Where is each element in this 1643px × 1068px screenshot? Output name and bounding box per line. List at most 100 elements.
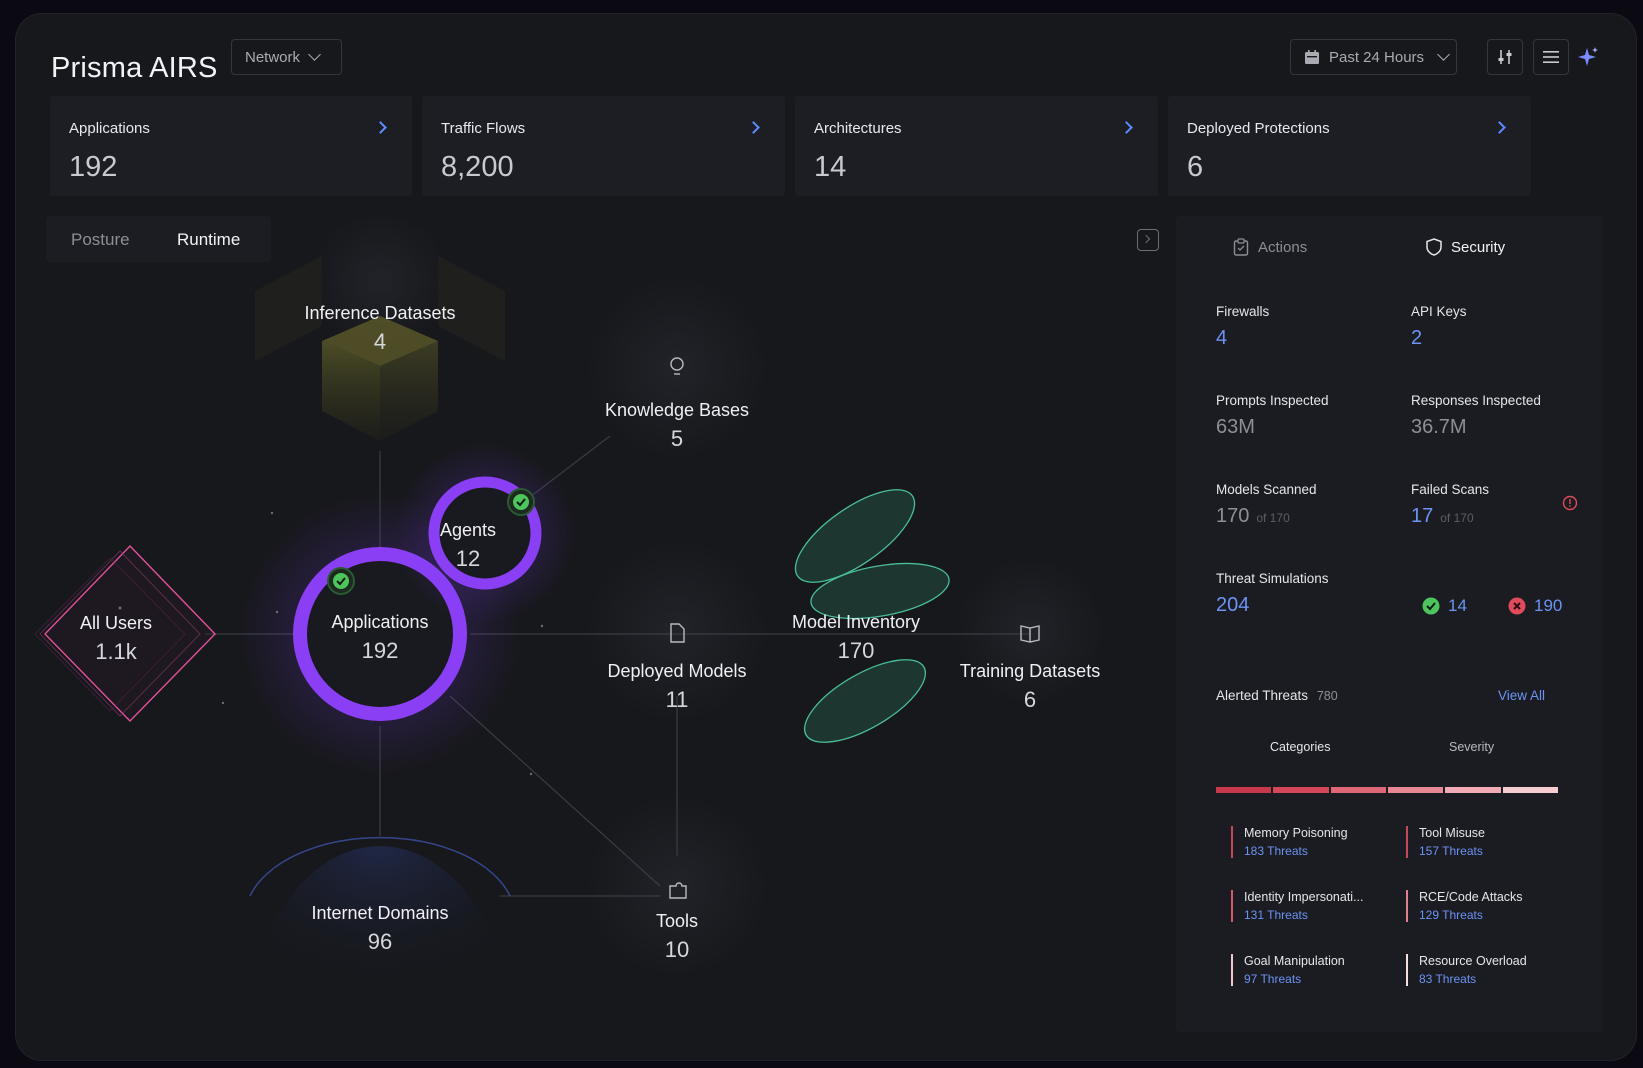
simulations-passed-count: 14 — [1448, 596, 1467, 615]
clipboard-icon — [1233, 238, 1249, 256]
metric-label: API Keys — [1411, 304, 1467, 319]
metric-threat-simulations[interactable]: Threat Simulations 204 — [1216, 571, 1329, 617]
check-circle-icon — [507, 488, 535, 516]
metric-models-scanned: Models Scanned 170 of 170 — [1216, 482, 1317, 528]
tab-severity[interactable]: Severity — [1449, 740, 1494, 754]
tab-security[interactable]: Security — [1426, 238, 1505, 256]
node-agents-label[interactable]: Agents — [440, 520, 496, 541]
threat-category-name: Goal Manipulation — [1244, 954, 1345, 968]
alerted-threats-label: Alerted Threats — [1216, 688, 1309, 703]
check-circle-icon — [327, 567, 355, 595]
node-knowledge-bases-value: 5 — [670, 426, 684, 451]
stat-card-deployed-protections[interactable]: Deployed Protections 6 — [1168, 96, 1531, 196]
threat-category-item[interactable]: Goal Manipulation 97 Threats — [1231, 954, 1345, 986]
filter-button[interactable] — [1487, 39, 1523, 75]
chevron-right-icon — [1120, 121, 1133, 134]
metric-api-keys[interactable]: API Keys 2 — [1411, 304, 1467, 350]
stat-label: Architectures — [814, 120, 902, 137]
stat-label: Traffic Flows — [441, 120, 526, 137]
stat-card-architectures[interactable]: Architectures 14 — [795, 96, 1158, 196]
threat-category-name: Identity Impersonati... — [1244, 890, 1364, 904]
threat-category-count: 129 Threats — [1419, 908, 1483, 922]
node-deployed-models-value: 11 — [665, 687, 689, 712]
stat-label: Deployed Protections — [1187, 120, 1330, 137]
stat-card-applications[interactable]: Applications 192 — [50, 96, 412, 196]
metric-label: Failed Scans — [1411, 482, 1490, 497]
view-tabs: Posture Runtime — [46, 216, 271, 262]
metric-value: 4 — [1216, 327, 1228, 349]
metric-label: Firewalls — [1216, 304, 1270, 319]
node-training-datasets-label[interactable]: Training Datasets — [960, 661, 1100, 682]
network-select[interactable]: Network — [231, 39, 342, 75]
shield-icon — [1426, 238, 1442, 256]
node-model-inventory-label[interactable]: Model Inventory — [792, 612, 920, 633]
threat-category-name: RCE/Code Attacks — [1419, 890, 1523, 904]
menu-icon — [1543, 51, 1559, 63]
severity-bar-segment — [1330, 787, 1386, 793]
metric-label: Threat Simulations — [1216, 571, 1329, 586]
threat-category-name: Tool Misuse — [1419, 826, 1485, 840]
node-agents-value: 12 — [455, 546, 481, 571]
severity-bar-segment — [1445, 787, 1501, 793]
metric-failed-scans[interactable]: Failed Scans 17 of 170 — [1411, 482, 1489, 528]
metric-label: Models Scanned — [1216, 482, 1317, 497]
network-select-value: Network — [245, 48, 301, 66]
severity-bar-segment — [1216, 787, 1272, 793]
node-training-datasets-value: 6 — [1023, 687, 1037, 712]
security-panel: Actions Security Firewalls 4 API Keys 2 … — [1176, 216, 1603, 1032]
threat-category-item[interactable]: Identity Impersonati... 131 Threats — [1231, 890, 1364, 922]
simulations-passed: 14 — [1422, 596, 1467, 616]
chevron-right-icon — [747, 121, 760, 134]
stat-value: 8,200 — [441, 151, 514, 183]
metric-value: 17 — [1411, 505, 1434, 527]
metric-value: 63M — [1216, 416, 1255, 438]
threat-category-count: 97 Threats — [1244, 972, 1302, 986]
threat-category-item[interactable]: Resource Overload 83 Threats — [1406, 954, 1527, 986]
node-all-users-label[interactable]: All Users — [80, 613, 152, 634]
tab-actions[interactable]: Actions — [1233, 238, 1307, 256]
threat-category-count: 83 Threats — [1419, 972, 1477, 986]
tab-security-label: Security — [1451, 238, 1506, 256]
stat-value: 14 — [814, 151, 847, 183]
stat-value: 192 — [69, 151, 118, 183]
threat-category-count: 131 Threats — [1244, 908, 1308, 922]
menu-button[interactable] — [1533, 39, 1569, 75]
collapse-panel-icon[interactable] — [1137, 229, 1159, 251]
threat-category-item[interactable]: Memory Poisoning 183 Threats — [1231, 826, 1348, 858]
metric-value: 2 — [1411, 327, 1423, 349]
page-title: Prisma AIRS — [51, 52, 218, 84]
metric-firewalls[interactable]: Firewalls 4 — [1216, 304, 1269, 350]
metric-value: 36.7M — [1411, 416, 1467, 438]
stat-card-traffic-flows[interactable]: Traffic Flows 8,200 — [422, 96, 785, 196]
metric-value: 204 — [1216, 594, 1250, 616]
app-window: Prisma AIRS Network Past 24 Hours Applic… — [16, 14, 1636, 1060]
node-knowledge-bases-label[interactable]: Knowledge Bases — [605, 400, 749, 421]
tab-categories[interactable]: Categories — [1270, 740, 1330, 754]
tab-runtime[interactable]: Runtime — [177, 230, 240, 250]
node-internet-domains-label[interactable]: Internet Domains — [311, 903, 448, 924]
node-applications-label[interactable]: Applications — [331, 612, 428, 633]
sparkle-icon[interactable] — [1576, 45, 1600, 69]
simulations-failed: 190 — [1508, 596, 1562, 616]
node-deployed-models-label[interactable]: Deployed Models — [607, 661, 746, 682]
node-tools-label[interactable]: Tools — [656, 911, 698, 932]
stat-label: Applications — [69, 120, 150, 137]
threat-category-item[interactable]: RCE/Code Attacks 129 Threats — [1406, 890, 1523, 922]
threat-category-count: 183 Threats — [1244, 844, 1308, 858]
time-range-select[interactable]: Past 24 Hours — [1290, 39, 1457, 75]
filter-sliders-icon — [1498, 50, 1512, 64]
metric-responses-inspected: Responses Inspected 36.7M — [1411, 393, 1541, 439]
node-inference-datasets-label[interactable]: Inference Datasets — [304, 303, 455, 324]
x-circle-icon — [1508, 597, 1526, 615]
alert-circle-icon — [1562, 495, 1578, 511]
metric-of: of 170 — [1256, 511, 1290, 525]
metric-of: of 170 — [1440, 511, 1474, 525]
simulations-failed-count: 190 — [1534, 596, 1563, 615]
view-all-link[interactable]: View All — [1498, 688, 1545, 703]
threat-category-item[interactable]: Tool Misuse 157 Threats — [1406, 826, 1485, 858]
tab-posture[interactable]: Posture — [71, 230, 130, 250]
severity-bar — [1216, 787, 1558, 793]
node-internet-domains-value: 96 — [367, 929, 393, 954]
alerted-threats-count: 780 — [1316, 689, 1338, 703]
metric-label: Prompts Inspected — [1216, 393, 1329, 408]
